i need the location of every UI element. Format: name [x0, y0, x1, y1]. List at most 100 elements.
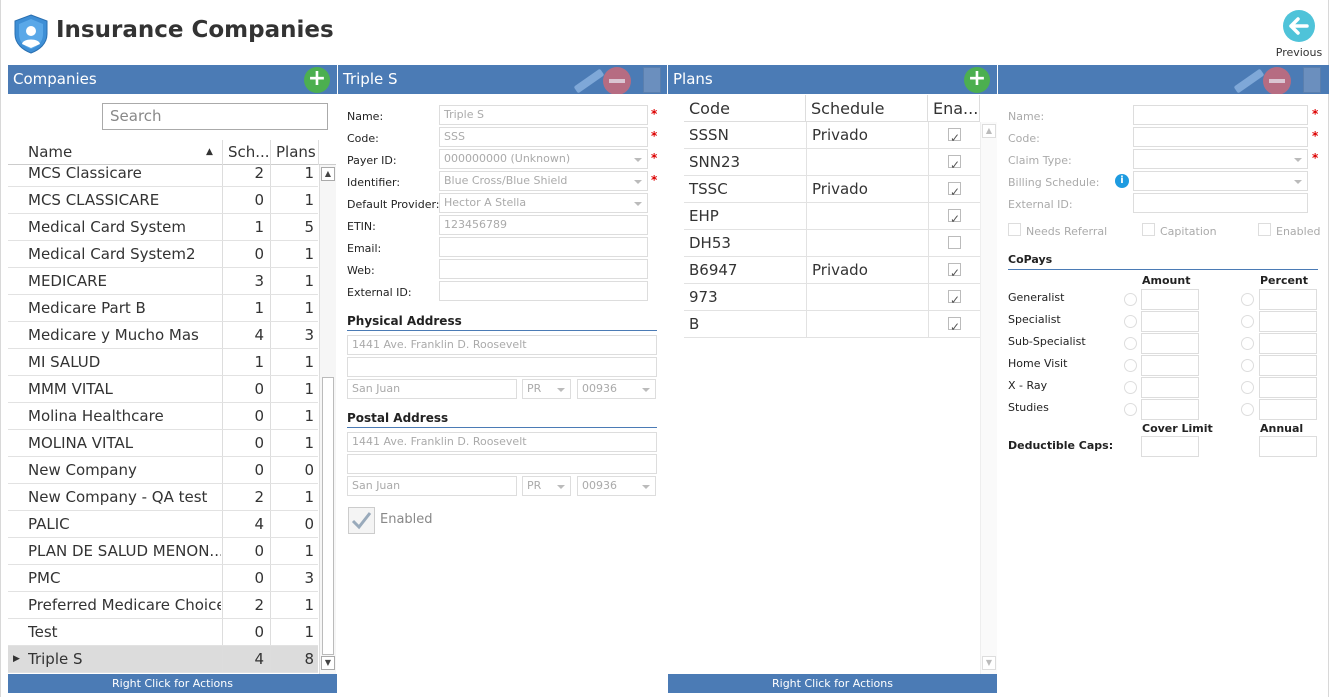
copay-amount-input[interactable]	[1141, 289, 1199, 310]
column-header-enabled[interactable]: Ena...	[928, 95, 980, 122]
physical-zip-select[interactable]: 00936	[577, 379, 656, 399]
companies-scrollbar[interactable]: ▲ ▼	[319, 165, 336, 674]
plan-row[interactable]: B	[684, 311, 980, 340]
add-company-button[interactable]: +	[304, 67, 330, 93]
default-provider-select[interactable]: Hector A Stella	[439, 193, 648, 213]
table-row[interactable]: Medicare Part B 11	[8, 295, 318, 322]
copay-amount-radio[interactable]	[1124, 403, 1137, 416]
plan-row[interactable]: 973	[684, 284, 980, 313]
scroll-down-icon[interactable]: ▼	[982, 656, 996, 670]
minus-icon[interactable]	[603, 67, 631, 94]
postal-zip-select[interactable]: 00936	[577, 476, 656, 496]
copay-percent-input[interactable]	[1259, 311, 1317, 332]
physical-address-line1[interactable]: 1441 Ave. Franklin D. Roosevelt	[347, 335, 657, 355]
copay-percent-input[interactable]	[1259, 289, 1317, 310]
scroll-thumb[interactable]	[322, 377, 334, 655]
plan-row[interactable]: EHP	[684, 203, 980, 232]
copay-percent-radio[interactable]	[1241, 315, 1254, 328]
copay-amount-radio[interactable]	[1124, 293, 1137, 306]
plan-enabled-checkbox[interactable]	[948, 125, 961, 151]
plans-scrollbar[interactable]: ▲ ▼	[980, 122, 997, 674]
postal-address-line1[interactable]: 1441 Ave. Franklin D. Roosevelt	[347, 432, 657, 452]
physical-state-select[interactable]: PR	[522, 379, 571, 399]
plan-external-id-input[interactable]	[1133, 193, 1308, 213]
needs-referral-checkbox[interactable]	[1008, 223, 1021, 236]
plan-enabled-checkbox[interactable]	[948, 179, 961, 205]
copay-percent-radio[interactable]	[1241, 359, 1254, 372]
copay-amount-input[interactable]	[1141, 377, 1199, 398]
plans-footer[interactable]: Right Click for Actions	[668, 674, 997, 693]
physical-address-line2[interactable]	[347, 357, 657, 377]
copay-amount-input[interactable]	[1141, 333, 1199, 354]
plan-name-input[interactable]	[1133, 105, 1308, 125]
table-row[interactable]: ▶ Triple S 48	[8, 646, 318, 673]
floppy-icon[interactable]	[1303, 67, 1321, 93]
column-header-schedules[interactable]: Sch...	[223, 140, 271, 165]
table-row[interactable]: PALIC 4 0	[8, 511, 318, 538]
add-plan-button[interactable]: +	[964, 67, 990, 93]
copay-percent-input[interactable]	[1259, 399, 1317, 420]
copay-percent-input[interactable]	[1259, 377, 1317, 398]
companies-footer[interactable]: Right Click for Actions	[8, 674, 337, 693]
column-header-schedule[interactable]: Schedule	[806, 95, 928, 122]
copay-amount-radio[interactable]	[1124, 315, 1137, 328]
plan-row[interactable]: DH53	[684, 230, 980, 257]
table-row[interactable]: MOLINA VITAL 0 1	[8, 430, 318, 457]
copay-percent-radio[interactable]	[1241, 403, 1254, 416]
annual-input[interactable]	[1259, 436, 1317, 457]
table-row[interactable]: MMM VITAL 0 1	[8, 376, 318, 403]
minus-icon[interactable]	[1263, 67, 1291, 94]
table-row[interactable]: New Company 0 0	[8, 457, 318, 484]
name-input[interactable]: Triple S	[439, 105, 648, 125]
plan-row[interactable]: TSSC Privado	[684, 176, 980, 205]
plan-enabled-checkbox[interactable]	[948, 206, 961, 232]
floppy-icon[interactable]	[643, 67, 661, 93]
table-row[interactable]: Medicare y Mucho Mas 4 3	[8, 322, 318, 349]
column-header-name[interactable]: Name ▲	[23, 140, 223, 165]
postal-state-select[interactable]: PR	[522, 476, 571, 496]
plan-enabled-checkbox[interactable]	[948, 314, 961, 340]
table-row[interactable]: MEDICARE 3 1	[8, 268, 318, 295]
copay-percent-input[interactable]	[1259, 355, 1317, 376]
companies-search-input[interactable]: Search	[102, 103, 328, 130]
table-row[interactable]: MCS CLASSICARE 0 1	[8, 187, 318, 214]
scroll-up-icon[interactable]: ▲	[321, 167, 335, 181]
table-row[interactable]: MI SALUD 1 1	[8, 349, 318, 376]
table-row[interactable]: Preferred Medicare Choice 2 1	[8, 592, 318, 619]
scroll-down-icon[interactable]: ▼	[321, 656, 335, 670]
plan-row[interactable]: SNN23	[684, 149, 980, 178]
copay-amount-radio[interactable]	[1124, 337, 1137, 350]
table-row[interactable]: Molina Healthcare 0 1	[8, 403, 318, 430]
pencil-icon[interactable]	[573, 68, 605, 94]
etin-input[interactable]: 123456789	[439, 215, 648, 235]
plan-enabled-checkbox[interactable]	[948, 287, 961, 313]
table-row[interactable]: PLAN DE SALUD MENON... 0 1	[8, 538, 318, 565]
plan-enabled-checkbox[interactable]	[1258, 223, 1271, 236]
table-row[interactable]: Medical Card System 1 5	[8, 214, 318, 241]
pencil-icon[interactable]	[1233, 68, 1265, 94]
capitation-checkbox[interactable]	[1142, 223, 1155, 236]
web-input[interactable]	[439, 259, 648, 279]
table-row[interactable]: New Company - QA test 2 1	[8, 484, 318, 511]
code-input[interactable]: SSS	[439, 127, 648, 147]
copay-amount-radio[interactable]	[1124, 381, 1137, 394]
plan-row[interactable]: B6947 Privado	[684, 257, 980, 286]
plan-enabled-checkbox[interactable]	[948, 260, 961, 286]
previous-button[interactable]: Previous	[1273, 8, 1325, 62]
copay-amount-radio[interactable]	[1124, 359, 1137, 372]
enabled-checkbox[interactable]	[348, 507, 375, 534]
column-header-code[interactable]: Code	[684, 95, 806, 122]
cover-limit-input[interactable]	[1141, 436, 1199, 457]
plan-code-input[interactable]	[1133, 127, 1308, 147]
postal-city-input[interactable]: San Juan	[347, 476, 517, 496]
scroll-up-icon[interactable]: ▲	[982, 124, 996, 138]
copay-percent-radio[interactable]	[1241, 381, 1254, 394]
table-row[interactable]: Medical Card System2 0 1	[8, 241, 318, 268]
copay-percent-radio[interactable]	[1241, 337, 1254, 350]
plan-enabled-checkbox[interactable]	[948, 236, 961, 249]
copay-percent-radio[interactable]	[1241, 293, 1254, 306]
claim-type-select[interactable]	[1133, 149, 1308, 169]
table-row[interactable]: MCS Classicare 2 1	[8, 165, 318, 187]
billing-schedule-select[interactable]	[1133, 171, 1308, 191]
info-icon[interactable]: i	[1115, 174, 1129, 188]
